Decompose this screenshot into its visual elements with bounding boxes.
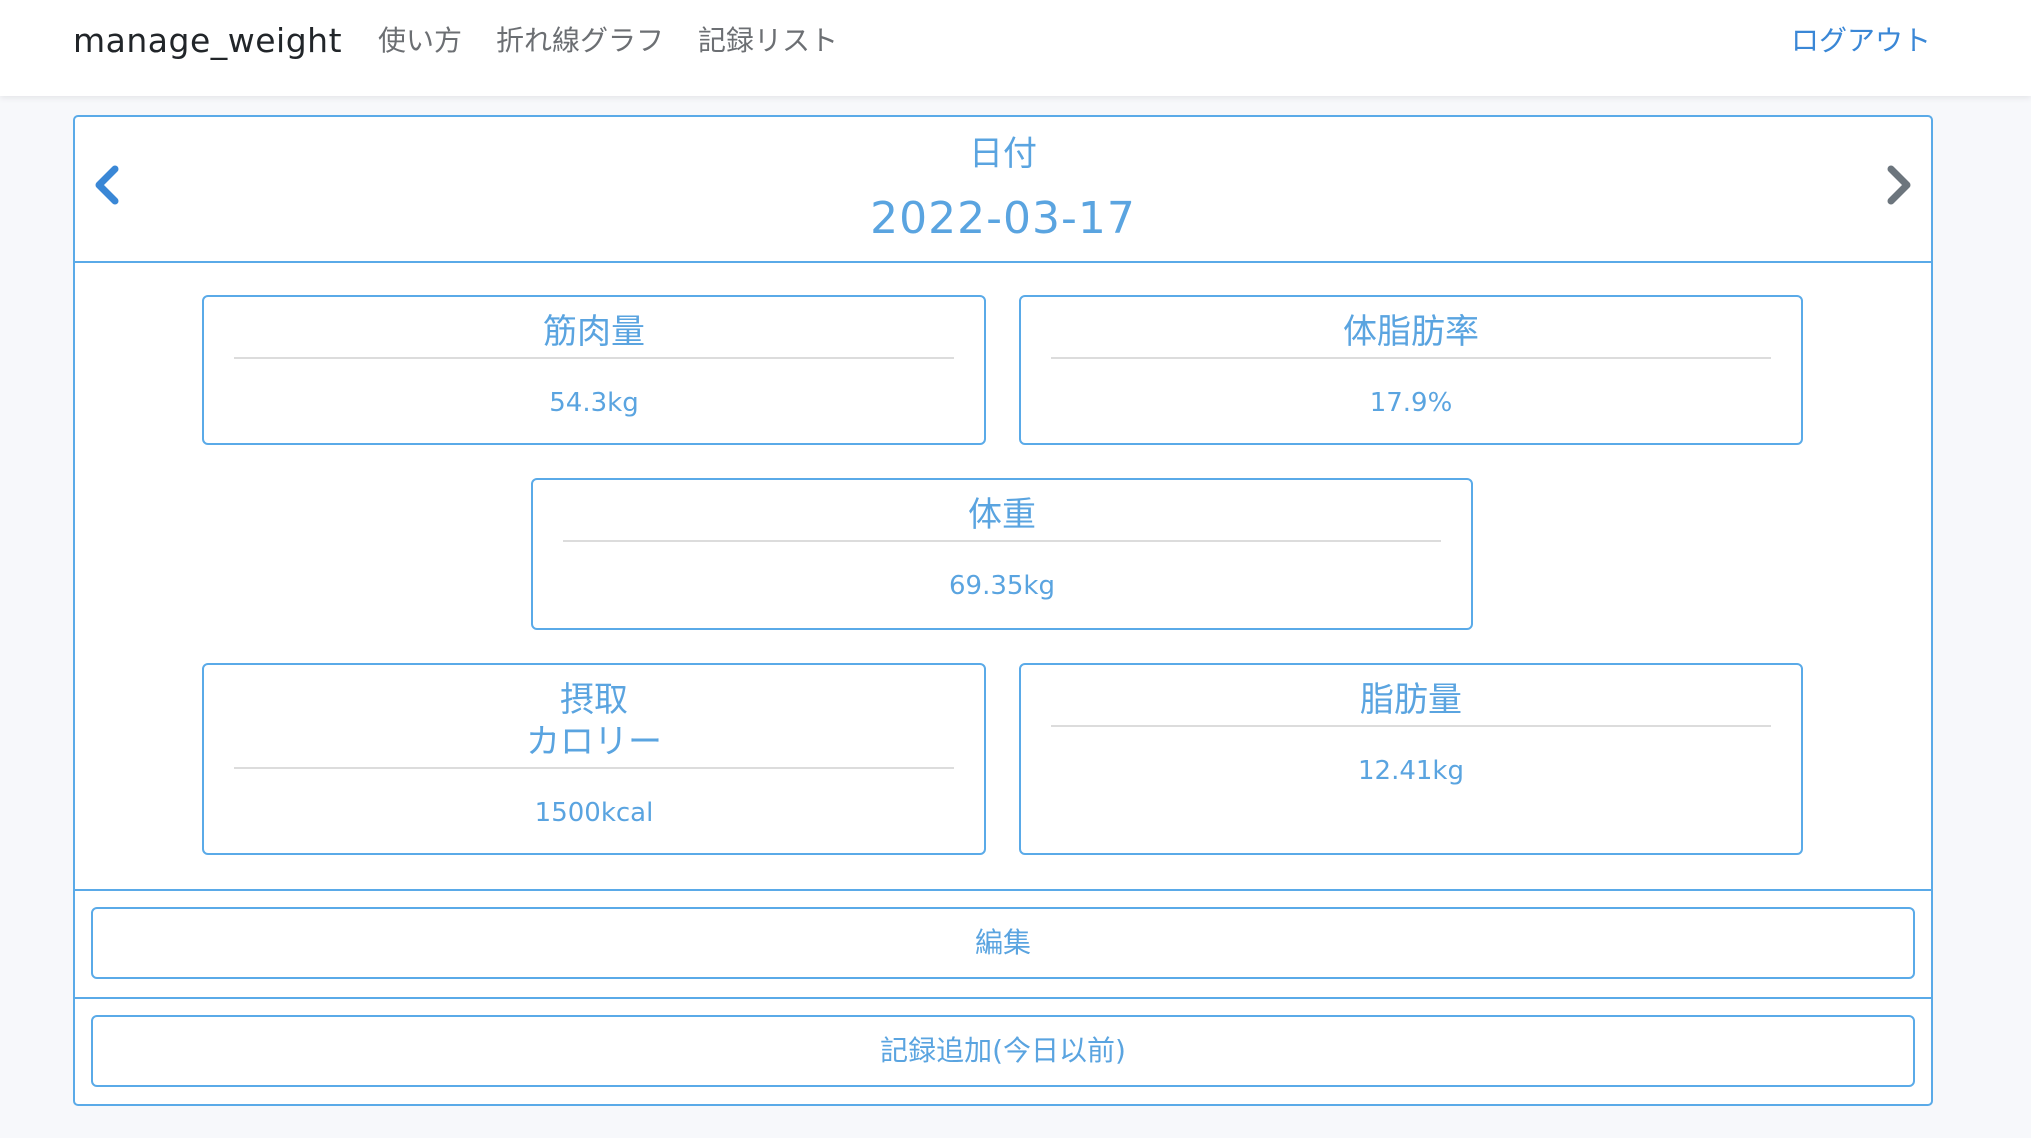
divider (563, 540, 1441, 542)
stat-calorie-intake: 摂取 カロリー 1500kcal (202, 663, 986, 855)
stat-title: 脂肪量 (1360, 680, 1462, 720)
chevron-right-icon[interactable] (1879, 161, 1919, 209)
divider (234, 767, 954, 769)
stat-weight: 体重 69.35kg (531, 478, 1473, 630)
stat-title: 摂取 カロリー (204, 679, 984, 763)
stat-fat-mass: 脂肪量 12.41kg (1019, 663, 1803, 855)
edit-button[interactable]: 編集 (91, 907, 1915, 979)
stat-title: 体脂肪率 (1343, 312, 1479, 352)
logout-link[interactable]: ログアウト (1791, 20, 1931, 62)
stat-value: 69.35kg (949, 571, 1055, 601)
add-record-row: 記録追加(今日以前) (75, 997, 1931, 1105)
top-navbar: manage_weight 使い方 折れ線グラフ 記録リスト ログアウト (0, 0, 2031, 96)
stat-value: 54.3kg (549, 388, 639, 418)
stat-value: 17.9% (1369, 388, 1453, 418)
brand-link[interactable]: manage_weight (73, 20, 342, 62)
nav-links: 使い方 折れ線グラフ 記録リスト (378, 20, 838, 62)
record-card: 日付 2022-03-17 筋肉量 54.3kg 体脂肪率 17.9% 体重 6… (73, 115, 1933, 1106)
stat-title-line2: カロリー (526, 722, 662, 762)
stat-title-line1: 摂取 (560, 680, 628, 720)
edit-row: 編集 (75, 889, 1931, 997)
date-header: 日付 2022-03-17 (75, 117, 1931, 263)
date-value: 2022-03-17 (870, 193, 1136, 244)
date-label: 日付 (969, 134, 1037, 174)
stat-title: 筋肉量 (543, 312, 645, 352)
divider (1051, 357, 1771, 359)
stat-value: 12.41kg (1358, 756, 1464, 786)
nav-link-line-graph[interactable]: 折れ線グラフ (496, 20, 664, 62)
stat-value: 1500kcal (534, 798, 654, 828)
divider (234, 357, 954, 359)
add-record-button[interactable]: 記録追加(今日以前) (91, 1015, 1915, 1087)
nav-link-record-list[interactable]: 記録リスト (698, 20, 838, 62)
stat-body-fat-rate: 体脂肪率 17.9% (1019, 295, 1803, 445)
nav-link-usage[interactable]: 使い方 (378, 20, 462, 62)
divider (1051, 725, 1771, 727)
stat-muscle-mass: 筋肉量 54.3kg (202, 295, 986, 445)
stat-title: 体重 (968, 495, 1036, 535)
